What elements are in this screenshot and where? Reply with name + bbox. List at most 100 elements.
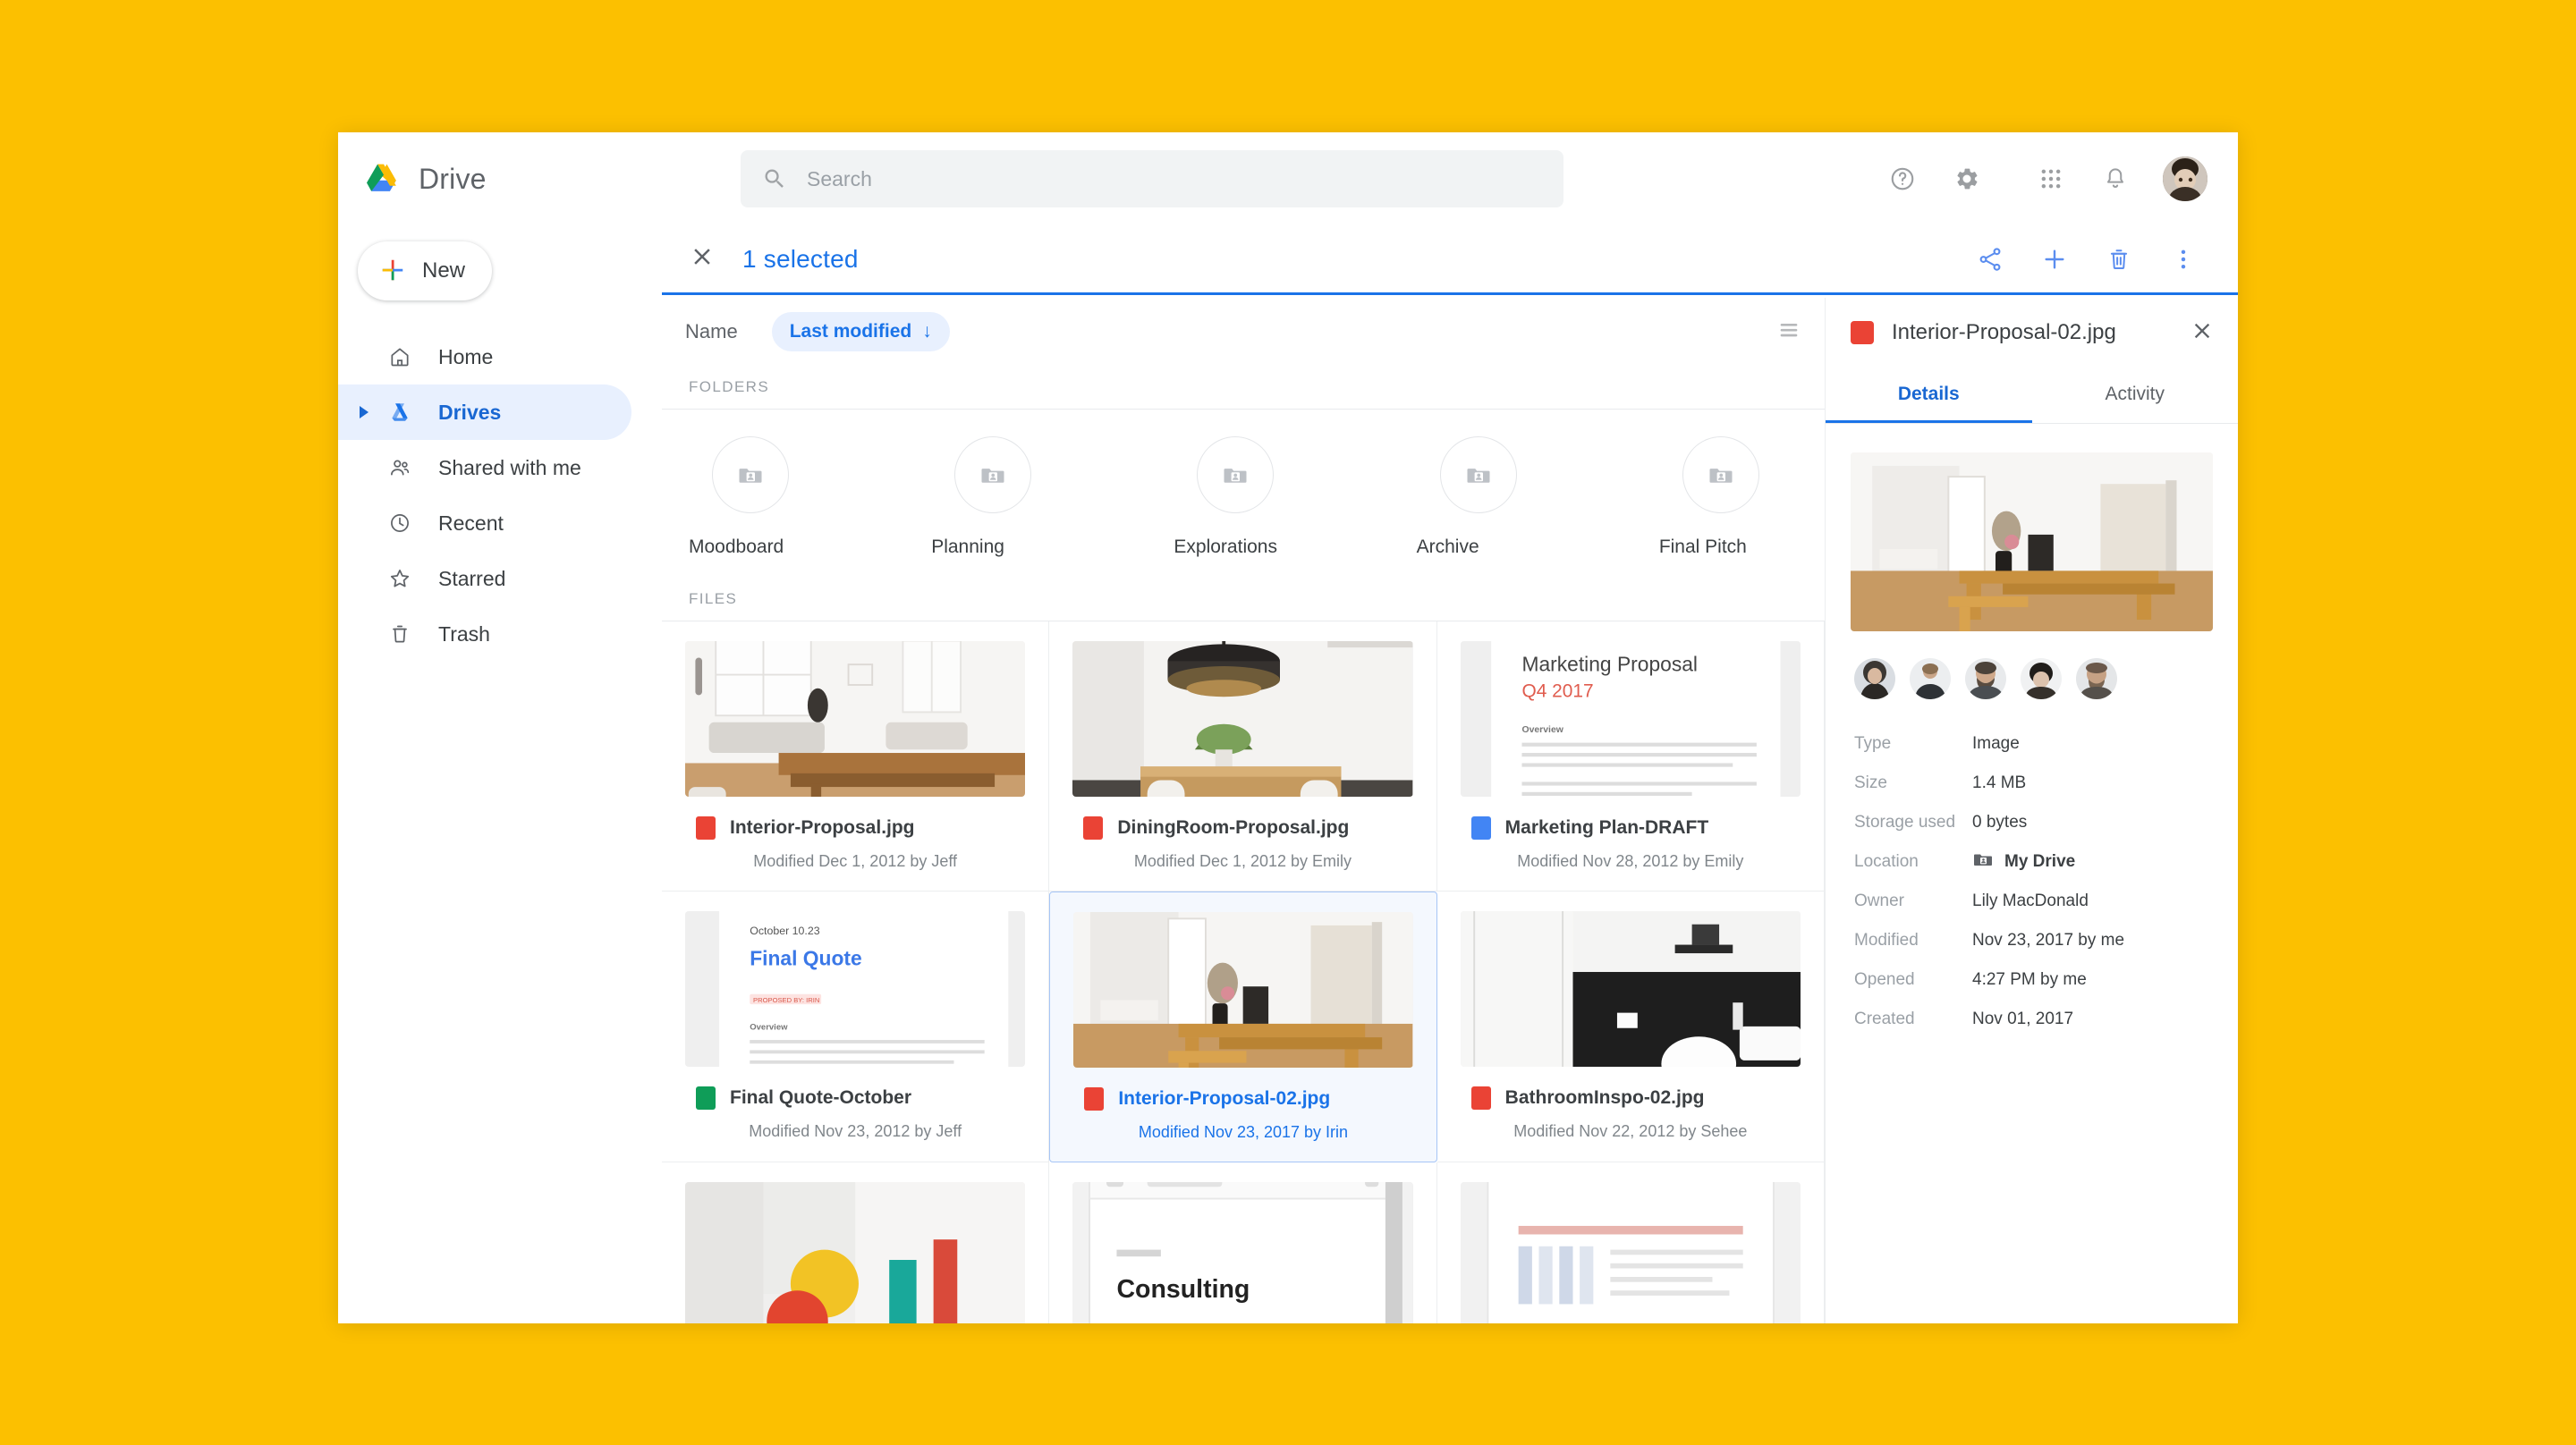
colorful-room-photo <box>685 1182 1026 1323</box>
sheets-file-icon <box>696 1086 716 1110</box>
file-card[interactable]: Consulting <box>1049 1162 1437 1323</box>
sidebar-item-starred[interactable]: Starred <box>338 551 631 606</box>
people-icon <box>385 456 415 479</box>
tab-activity[interactable]: Activity <box>2032 368 2239 423</box>
file-name: Interior-Proposal-02.jpg <box>1118 1088 1331 1109</box>
svg-text:Overview: Overview <box>750 1023 788 1033</box>
svg-text:Final Quote: Final Quote <box>750 946 861 969</box>
sort-last-modified-chip[interactable]: Last modified ↓ <box>771 312 950 351</box>
file-name-row: DiningRoom-Proposal.jpg <box>1072 816 1412 840</box>
chevron-right-icon[interactable] <box>360 406 369 418</box>
sort-name-label[interactable]: Name <box>685 320 738 343</box>
close-x-icon[interactable] <box>689 243 716 275</box>
file-preview-image[interactable] <box>1851 452 2213 631</box>
files-section-label: FILES <box>689 590 738 607</box>
file-card[interactable] <box>662 1162 1050 1323</box>
details-panel: Interior-Proposal-02.jpg Details Activit… <box>1825 298 2238 1323</box>
star-icon <box>385 567 415 590</box>
file-card[interactable]: October 10.23 Final Quote PROPOSED BY: I… <box>662 892 1050 1162</box>
brand[interactable]: Drive <box>338 162 662 196</box>
search-box[interactable] <box>741 150 1563 207</box>
file-name-row: Final Quote-October <box>685 1086 1025 1110</box>
image-file-icon <box>1851 321 1874 344</box>
trash-icon[interactable] <box>2093 233 2145 285</box>
doc-final-quote: October 10.23 Final Quote PROPOSED BY: I… <box>685 911 1026 1067</box>
sidebar: New Home Drives Shared with me Recent St… <box>338 225 662 1323</box>
svg-text:October 10.23: October 10.23 <box>750 925 819 937</box>
tab-details[interactable]: Details <box>1826 368 2032 423</box>
account-avatar[interactable] <box>2163 156 2207 201</box>
file-card[interactable]: BathroomInspo-02.jpg Modified Nov 22, 20… <box>1436 892 1825 1162</box>
folder-name: Planning <box>931 537 1004 557</box>
sidebar-item-trash[interactable]: Trash <box>338 606 631 662</box>
help-icon[interactable] <box>1877 153 1928 205</box>
sidebar-item-drives[interactable]: Drives <box>338 384 631 440</box>
file-card[interactable]: Interior-Proposal.jpg Modified Dec 1, 20… <box>662 621 1050 892</box>
file-name: Interior-Proposal.jpg <box>730 817 915 838</box>
avatar[interactable] <box>1854 658 1895 699</box>
metadata-value: 0 bytes <box>1972 813 2028 832</box>
add-to-icon[interactable] <box>2029 233 2080 285</box>
sidebar-item-recent[interactable]: Recent <box>338 495 631 551</box>
search-input[interactable] <box>807 166 1542 191</box>
folder-item[interactable]: Archive <box>1417 436 1582 558</box>
file-card[interactable]: Marketing Proposal Q4 2017 Overview Mark… <box>1436 621 1825 892</box>
doc-consulting: Consulting <box>1072 1182 1413 1323</box>
image-file-icon <box>1470 1086 1491 1110</box>
file-meta: Modified Nov 23, 2012 by Jeff <box>749 1122 962 1140</box>
metadata-value: 1.4 MB <box>1972 773 2027 792</box>
metadata-row: Opened 4:27 PM by me <box>1854 960 2238 1000</box>
metadata-value-wrapper[interactable]: My Drive <box>1972 849 2075 875</box>
settings-gear-icon[interactable] <box>1941 153 1993 205</box>
svg-text:Overview: Overview <box>1521 725 1563 735</box>
file-meta: Modified Nov 28, 2012 by Emily <box>1517 852 1744 870</box>
metadata-value: Image <box>1972 734 2020 753</box>
avatar[interactable] <box>1965 658 2006 699</box>
metadata-key: Size <box>1854 773 1887 792</box>
notifications-bell-icon[interactable] <box>2089 153 2141 205</box>
details-title: Interior-Proposal-02.jpg <box>1892 320 2116 344</box>
sidebar-item-home[interactable]: Home <box>338 329 631 384</box>
folder-name: Explorations <box>1174 537 1277 557</box>
folder-name: Final Pitch <box>1658 537 1747 557</box>
file-card[interactable]: DiningRoom-Proposal.jpg Modified Dec 1, … <box>1049 621 1437 892</box>
shared-folder-icon <box>1972 849 1994 875</box>
folder-item[interactable]: Planning <box>931 436 1097 558</box>
shared-folder-icon <box>1439 436 1517 513</box>
avatar[interactable] <box>2076 658 2117 699</box>
metadata-row-location: Location My Drive <box>1854 842 2238 882</box>
avatar[interactable] <box>1910 658 1951 699</box>
file-name-row: Marketing Plan-DRAFT <box>1461 816 1801 840</box>
more-vertical-icon[interactable] <box>2157 233 2209 285</box>
top-bar-icons <box>1877 153 2238 205</box>
folder-item[interactable]: Explorations <box>1174 436 1339 558</box>
selection-count: 1 selected <box>742 244 859 273</box>
list-view-icon[interactable] <box>1776 317 1801 347</box>
apps-grid-icon[interactable] <box>2025 153 2077 205</box>
search-icon <box>762 166 787 191</box>
clock-icon <box>385 511 415 535</box>
new-button[interactable]: New <box>358 241 492 300</box>
metadata-value: Nov 23, 2017 by me <box>1972 931 2125 950</box>
folder-item[interactable]: Moodboard <box>689 436 854 558</box>
file-name: Final Quote-October <box>730 1087 912 1108</box>
file-card[interactable] <box>1436 1162 1825 1323</box>
file-name-row: Interior-Proposal.jpg <box>685 816 1025 840</box>
sidebar-nav: Home Drives Shared with me Recent Starre… <box>338 329 662 662</box>
file-card-selected[interactable]: Interior-Proposal-02.jpg Modified Nov 23… <box>1049 892 1437 1162</box>
sidebar-item-shared-with-me[interactable]: Shared with me <box>338 440 631 495</box>
metadata-key: Created <box>1854 1010 1915 1028</box>
sort-toolbar: Name Last modified ↓ <box>662 298 1825 366</box>
brand-name: Drive <box>419 162 487 195</box>
metadata-key: Opened <box>1854 970 1915 989</box>
file-name: BathroomInspo-02.jpg <box>1504 1087 1705 1108</box>
metadata-value: Lily MacDonald <box>1972 892 2089 910</box>
living-room-photo <box>685 641 1026 797</box>
share-icon[interactable] <box>1964 233 2016 285</box>
folder-item[interactable]: Final Pitch <box>1659 436 1825 558</box>
metadata-key: Type <box>1854 734 1892 753</box>
drive-window: Drive Search 1 selected New Home Drives … <box>338 132 2238 1323</box>
avatar[interactable] <box>2021 658 2062 699</box>
metadata-row: Modified Nov 23, 2017 by me <box>1854 921 2238 960</box>
close-x-icon[interactable] <box>2190 318 2215 348</box>
